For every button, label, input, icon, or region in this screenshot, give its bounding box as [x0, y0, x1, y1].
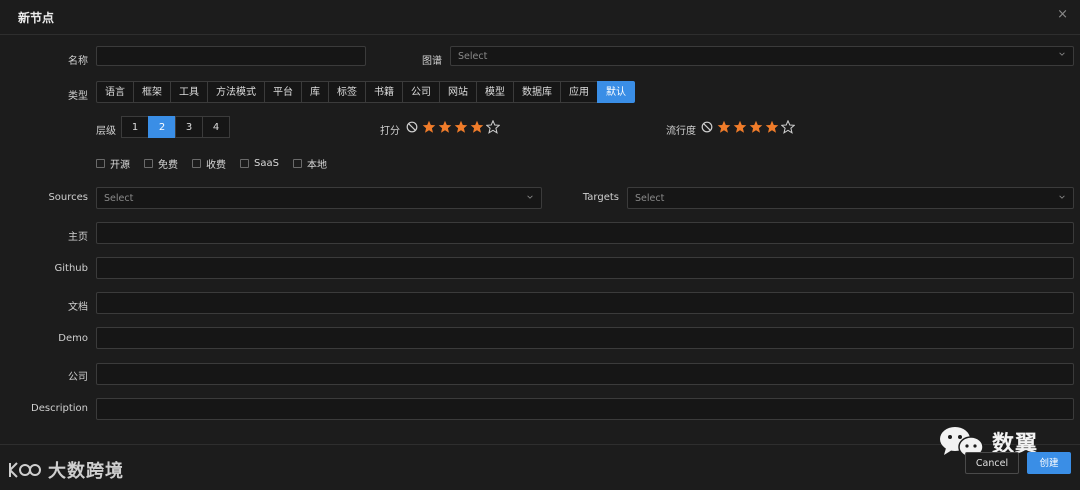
level-option[interactable]: 4 [202, 116, 230, 138]
checkbox-box[interactable] [240, 159, 249, 168]
type-option[interactable]: 工具 [170, 81, 208, 103]
star-filled-icon[interactable] [422, 120, 436, 134]
checkbox-box[interactable] [292, 159, 302, 168]
docs-input[interactable] [97, 293, 1073, 313]
star-filled-icon[interactable] [765, 120, 779, 134]
targets-select[interactable]: Select [627, 187, 1074, 209]
docs-field[interactable] [96, 292, 1074, 314]
checkbox-label: 本地 [306, 160, 327, 171]
graph-select-placeholder: Select [458, 51, 488, 62]
clear-rating-icon[interactable] [406, 121, 418, 133]
popularity-rating[interactable] [701, 120, 795, 134]
targets-select-placeholder: Select [635, 193, 665, 204]
chevron-down-icon [1059, 195, 1065, 199]
type-option[interactable]: 语言 [96, 81, 134, 103]
company-label: 公司 [68, 372, 88, 383]
type-option[interactable]: 应用 [560, 81, 598, 103]
close-icon[interactable]: × [1057, 7, 1068, 22]
graph-label: 图谱 [422, 56, 442, 67]
level-option[interactable]: 2 [148, 116, 176, 138]
flag-checkbox[interactable]: 收费 [192, 156, 226, 171]
description-input[interactable] [97, 399, 1073, 419]
new-node-dialog: 新节点 × 名称 图谱 Select 类型 语言 框架 工具 方法模式 平台库标签 书籍公… [0, 0, 1080, 490]
checkbox-label: SaaS [254, 158, 279, 169]
name-input[interactable] [97, 47, 365, 65]
type-segmented-control: 语言 框架 工具 方法模式 平台库标签 书籍 公司 网站 模型 数据库 应用 默认 [96, 81, 635, 103]
level-segmented-control: 1234 [121, 116, 230, 138]
name-field[interactable] [96, 46, 366, 66]
demo-field[interactable] [96, 327, 1074, 349]
checkbox-box[interactable] [192, 159, 201, 168]
star-filled-icon[interactable] [717, 120, 731, 134]
star-filled-icon[interactable] [438, 120, 452, 134]
homepage-field[interactable] [96, 222, 1074, 244]
flag-checkbox[interactable]: SaaS [240, 156, 279, 171]
sources-select-placeholder: Select [104, 193, 134, 204]
brand-logo-icon [9, 462, 41, 478]
type-option[interactable]: 框架 [133, 81, 171, 103]
dialog-header: 新节点 × [0, 0, 1080, 35]
star-filled-icon[interactable] [749, 120, 763, 134]
name-label: 名称 [68, 56, 88, 67]
level-option[interactable]: 1 [121, 116, 149, 138]
star-filled-icon[interactable] [454, 120, 468, 134]
level-option[interactable]: 3 [175, 116, 203, 138]
homepage-label: 主页 [68, 232, 88, 243]
star-filled-icon[interactable] [733, 120, 747, 134]
type-option[interactable]: 数据库 [513, 81, 561, 103]
type-label: 类型 [68, 91, 88, 102]
targets-label: Targets [582, 192, 619, 203]
checkbox-box[interactable] [96, 159, 105, 168]
level-label: 层级 [96, 126, 116, 137]
description-field[interactable] [96, 398, 1074, 420]
footer-divider [0, 444, 1080, 445]
graph-select[interactable]: Select [450, 46, 1074, 66]
cancel-button[interactable]: Cancel [965, 452, 1019, 474]
flag-checkbox[interactable]: 免费 [144, 156, 178, 171]
chevron-down-icon [1059, 52, 1065, 56]
type-option[interactable]: 方法模式 [207, 81, 265, 103]
left-watermark-brand: 大数跨境 [48, 461, 124, 482]
docs-label: 文档 [68, 302, 88, 313]
github-input[interactable] [97, 258, 1073, 278]
company-field[interactable] [96, 363, 1074, 385]
score-label: 打分 [380, 126, 400, 137]
type-option[interactable]: 平台 [264, 81, 302, 103]
dialog-title: 新节点 [18, 11, 55, 25]
type-option[interactable]: 库 [301, 81, 329, 103]
checkbox-box[interactable] [144, 159, 153, 168]
clear-rating-icon[interactable] [701, 121, 713, 133]
type-option[interactable]: 书籍 [365, 81, 403, 103]
type-option[interactable]: 模型 [476, 81, 514, 103]
score-rating[interactable] [406, 120, 500, 134]
type-option[interactable]: 默认 [597, 81, 635, 103]
description-label: Description [31, 403, 88, 414]
sources-label: Sources [48, 192, 88, 203]
checkbox-label: 免费 [158, 160, 178, 171]
sources-select[interactable]: Select [96, 187, 542, 209]
flags-group: 开源 免费 收费 SaaS 本地 [96, 156, 327, 171]
star-filled-icon[interactable] [470, 120, 484, 134]
flag-checkbox[interactable]: 本地 [292, 156, 327, 171]
star-empty-icon[interactable] [781, 120, 795, 134]
create-button[interactable]: 创建 [1027, 452, 1071, 474]
left-watermark: 大数跨境 [8, 457, 124, 483]
demo-input[interactable] [97, 328, 1073, 348]
chevron-down-icon [527, 195, 533, 199]
checkbox-label: 收费 [206, 160, 226, 171]
star-empty-icon[interactable] [486, 120, 500, 134]
github-field[interactable] [96, 257, 1074, 279]
type-option[interactable]: 标签 [328, 81, 366, 103]
company-input[interactable] [97, 364, 1073, 384]
demo-label: Demo [58, 333, 88, 344]
popularity-label: 流行度 [666, 126, 696, 137]
github-label: Github [54, 263, 88, 274]
homepage-input[interactable] [97, 223, 1073, 243]
type-option[interactable]: 公司 [402, 81, 440, 103]
checkbox-label: 开源 [110, 160, 130, 171]
type-option[interactable]: 网站 [439, 81, 477, 103]
flag-checkbox[interactable]: 开源 [96, 156, 130, 171]
